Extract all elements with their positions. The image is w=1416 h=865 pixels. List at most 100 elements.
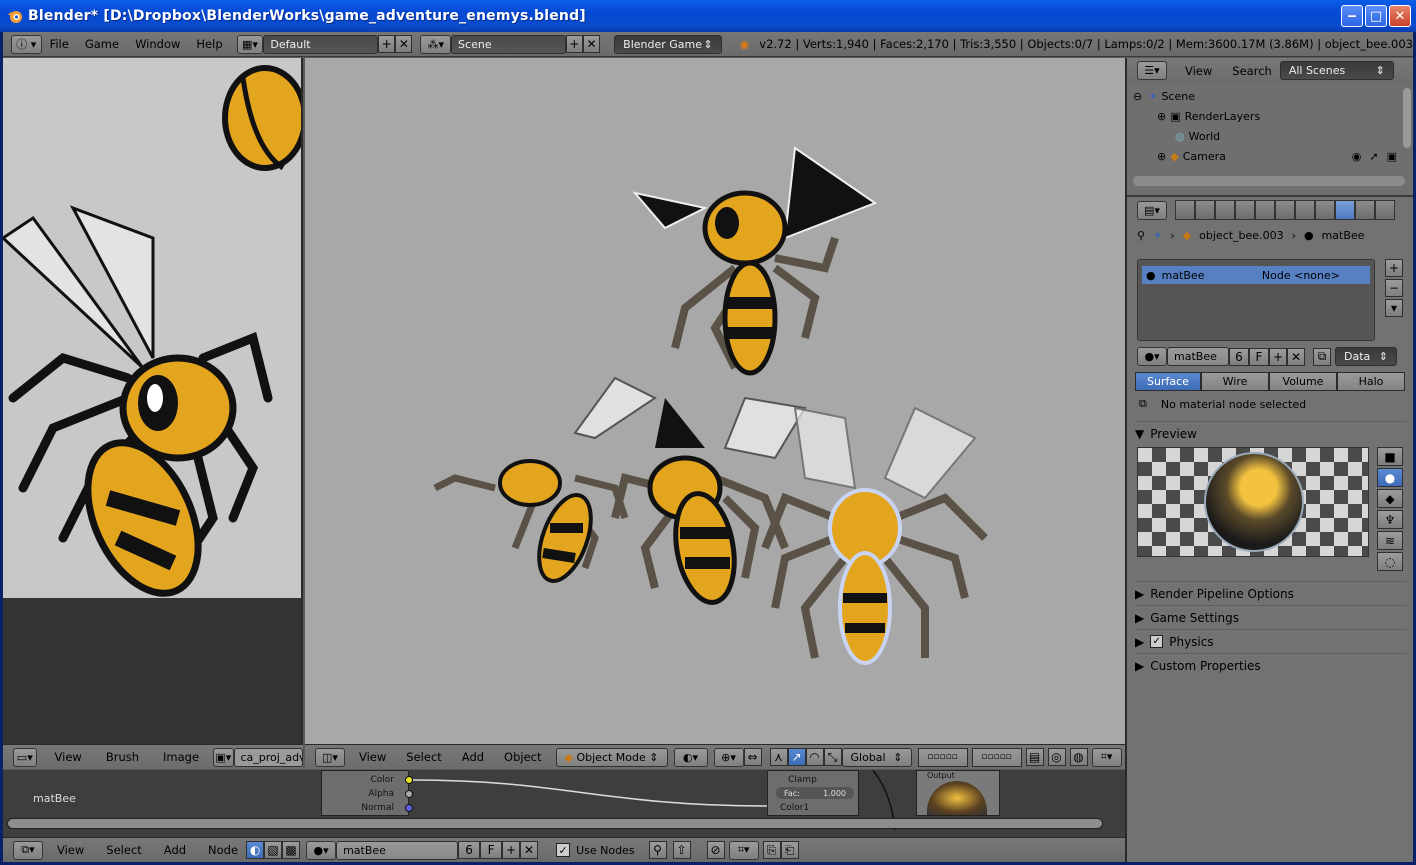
- output-node[interactable]: Output: [916, 770, 1000, 816]
- tab-material[interactable]: [1335, 200, 1355, 220]
- image-menu-brush[interactable]: Brush: [106, 750, 139, 764]
- outliner-item-renderlayers[interactable]: ⊕ ▣ RenderLayers: [1127, 106, 1397, 126]
- orientation-dropdown[interactable]: Global ⇕: [841, 747, 912, 767]
- outliner-item-scene[interactable]: ⊖ ✦ Scene: [1127, 86, 1397, 106]
- material-browse-button[interactable]: ●▾: [1137, 347, 1167, 366]
- 3d-viewport[interactable]: [305, 58, 1125, 744]
- pin-node-tree-button[interactable]: ⚲: [648, 841, 667, 859]
- tab-render[interactable]: [1175, 200, 1195, 220]
- editor-type-node-button[interactable]: ⧉▾: [13, 840, 43, 860]
- material-users-count[interactable]: 6: [1229, 347, 1249, 366]
- add-slot-button[interactable]: +: [1385, 259, 1403, 277]
- snap-element-dropdown[interactable]: ⌗▾: [1091, 747, 1122, 767]
- link-dropdown[interactable]: Data ⇕: [1335, 347, 1397, 366]
- maximize-button[interactable]: □: [1365, 5, 1387, 27]
- outliner-menu-search[interactable]: Search: [1232, 64, 1272, 78]
- viewport-menu-object[interactable]: Object: [504, 750, 541, 764]
- material-name-field[interactable]: matBee: [336, 840, 459, 860]
- render-engine-dropdown[interactable]: Blender Game ⇕: [614, 34, 722, 54]
- viewport-menu-view[interactable]: View: [359, 750, 386, 764]
- tab-scene[interactable]: [1215, 200, 1235, 220]
- mix-node[interactable]: Clamp Fac: 1.000 Color1: [767, 770, 859, 816]
- unlink-material-button[interactable]: ✕: [520, 841, 539, 859]
- outliner-menu-view[interactable]: View: [1185, 64, 1212, 78]
- material-name-field[interactable]: matBee: [1167, 347, 1229, 366]
- viewport-menu-select[interactable]: Select: [406, 750, 441, 764]
- tab-object[interactable]: [1255, 200, 1275, 220]
- material-slot-row[interactable]: ● matBee Node <none>: [1142, 266, 1370, 284]
- link-type-icon[interactable]: ⧉: [1313, 347, 1331, 366]
- preview-cube-button[interactable]: ◆: [1377, 489, 1403, 508]
- node-menu-select[interactable]: Select: [106, 843, 141, 857]
- layout-name-field[interactable]: Default: [263, 34, 379, 54]
- scene-name-field[interactable]: Scene: [451, 34, 566, 54]
- scene-picker-button[interactable]: ⁂▾: [420, 34, 452, 54]
- outliner-item-world[interactable]: ◍ World: [1127, 126, 1397, 146]
- physics-checkbox[interactable]: ✓: [1150, 635, 1164, 648]
- preview-sky-button[interactable]: ◌: [1377, 552, 1403, 571]
- new-material-button[interactable]: +: [502, 841, 521, 859]
- close-window-button[interactable]: ✕: [1389, 5, 1411, 27]
- panel-physics[interactable]: ▶ ✓ Physics: [1135, 629, 1407, 653]
- unlink-material-button[interactable]: ✕: [1287, 347, 1305, 366]
- outliner-filter-dropdown[interactable]: All Scenes ⇕: [1279, 61, 1394, 80]
- viewport-menu-add[interactable]: Add: [462, 750, 484, 764]
- minimize-button[interactable]: ‒: [1341, 5, 1363, 27]
- menu-window[interactable]: Window: [135, 37, 180, 51]
- window-titlebar[interactable]: Blender* [D:\Dropbox\BlenderWorks\game_a…: [0, 0, 1416, 32]
- fake-user-button[interactable]: F: [1249, 347, 1269, 366]
- scale-manipulator-button[interactable]: ⤡: [823, 748, 842, 766]
- tab-data[interactable]: [1315, 200, 1335, 220]
- rotate-manipulator-button[interactable]: ◠: [805, 748, 824, 766]
- image-menu-image[interactable]: Image: [163, 750, 199, 764]
- tab-constraints[interactable]: [1275, 200, 1295, 220]
- editor-type-outliner-button[interactable]: ☰▾: [1137, 61, 1167, 80]
- translate-manipulator-button[interactable]: ↗: [787, 748, 806, 766]
- tab-layers[interactable]: [1195, 200, 1215, 220]
- preview-sphere-button[interactable]: ●: [1377, 468, 1403, 487]
- slot-specials-button[interactable]: ▾: [1385, 299, 1403, 317]
- layers-grid-a[interactable]: ▫▫▫▫▫: [917, 747, 968, 767]
- material-slot-list[interactable]: ● matBee Node <none>: [1137, 259, 1375, 341]
- fake-user-button[interactable]: F: [480, 841, 503, 859]
- material-browse-button[interactable]: ●▾: [306, 840, 337, 860]
- preview-monkey-button[interactable]: ♆: [1377, 510, 1403, 529]
- tab-world[interactable]: [1235, 200, 1255, 220]
- editor-type-properties-button[interactable]: ▤▾: [1137, 200, 1167, 220]
- tab-volume[interactable]: Volume: [1269, 372, 1337, 391]
- layout-picker-button[interactable]: ▦▾: [236, 34, 264, 54]
- use-nodes-checkbox[interactable]: ✓: [556, 843, 571, 857]
- layers-grid-b[interactable]: ▫▫▫▫▫: [971, 747, 1022, 767]
- properties-editor[interactable]: ▤▾ ⚲ ✦ › ◆ object_bee.003 › ● matBee ● m…: [1127, 195, 1413, 862]
- node-editor-scrollbar[interactable]: [7, 818, 1103, 829]
- panel-preview-header[interactable]: ▼ Preview: [1135, 421, 1407, 445]
- image-editor-area[interactable]: [3, 58, 303, 744]
- new-material-button[interactable]: +: [1269, 347, 1287, 366]
- texture-nodes-button[interactable]: ▩: [282, 841, 301, 859]
- panel-custom-properties[interactable]: ▶ Custom Properties: [1135, 653, 1407, 677]
- outliner-item-camera[interactable]: ⊕ ◆ Camera ◉ ➚ ▣: [1127, 146, 1397, 166]
- panel-render-pipeline[interactable]: ▶ Render Pipeline Options: [1135, 581, 1407, 605]
- node-snap-dropdown[interactable]: ⌗▾: [728, 840, 759, 860]
- image-menu-view[interactable]: View: [55, 750, 82, 764]
- node-menu-node[interactable]: Node: [208, 843, 238, 857]
- cursor-icon[interactable]: ➚: [1369, 150, 1378, 163]
- menu-help[interactable]: Help: [196, 37, 222, 51]
- pin-icon[interactable]: ⚲: [1137, 229, 1145, 242]
- remove-layout-button[interactable]: ✕: [395, 35, 413, 53]
- remove-scene-button[interactable]: ✕: [582, 35, 601, 53]
- eye-icon[interactable]: ◉: [1352, 150, 1362, 163]
- image-browse-button[interactable]: ▣▾: [213, 747, 234, 767]
- node-menu-add[interactable]: Add: [164, 843, 186, 857]
- backdrop-toggle-button[interactable]: ⊘: [706, 841, 725, 859]
- image-name-field[interactable]: ca_proj_advent: [233, 747, 303, 767]
- shading-dropdown[interactable]: ◐▾: [673, 747, 708, 767]
- preview-plane-button[interactable]: ■: [1377, 447, 1403, 466]
- paste-nodes-button[interactable]: ⎗: [780, 841, 799, 859]
- tab-texture[interactable]: [1355, 200, 1375, 220]
- lock-layers-button[interactable]: ▤: [1025, 748, 1044, 766]
- preview-hair-button[interactable]: ≋: [1377, 531, 1403, 550]
- tab-surface[interactable]: Surface: [1135, 372, 1201, 391]
- panel-game-settings[interactable]: ▶ Game Settings: [1135, 605, 1407, 629]
- node-editor-area[interactable]: matBee Color Alpha Normal Clamp Fac: 1.00…: [3, 770, 1125, 838]
